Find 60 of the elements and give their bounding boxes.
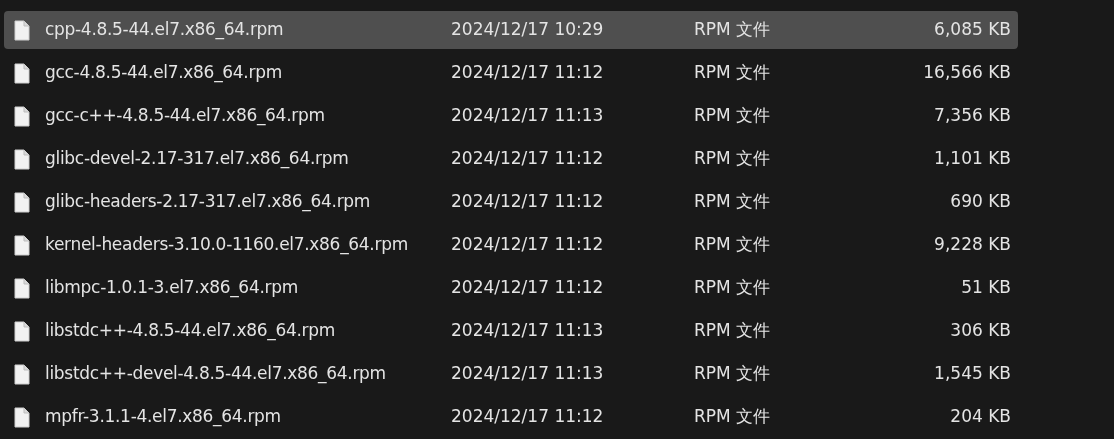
file-name: libstdc++-4.8.5-44.el7.x86_64.rpm [45, 319, 336, 343]
modified-date: 2024/12/17 11:12 [450, 61, 605, 85]
file-row[interactable]: libstdc++-devel-4.8.5-44.el7.x86_64.rpm 2024/12/17 11:13 RPM 文件 1,545 KB [4, 355, 1018, 393]
file-name: libstdc++-devel-4.8.5-44.el7.x86_64.rpm [45, 362, 386, 386]
file-icon [14, 406, 30, 428]
file-size: 7,356 KB [933, 104, 1012, 128]
file-row[interactable]: gcc-4.8.5-44.el7.x86_64.rpm 2024/12/17 11:12 RPM 文件 16,566 KB [4, 54, 1018, 92]
file-type: RPM 文件 [694, 147, 772, 171]
file-size: 16,566 KB [922, 61, 1012, 85]
modified-date: 2024/12/17 11:12 [450, 276, 605, 300]
file-row[interactable]: glibc-devel-2.17-317.el7.x86_64.rpm 2024/12/17 11:12 RPM 文件 1,101 KB [4, 140, 1018, 178]
file-row[interactable]: libmpc-1.0.1-3.el7.x86_64.rpm 2024/12/17 11:12 RPM 文件 51 KB [4, 269, 1018, 307]
modified-date: 2024/12/17 11:12 [450, 147, 605, 171]
modified-date: 2024/12/17 11:13 [450, 362, 605, 386]
modified-date: 2024/12/17 10:29 [450, 18, 605, 42]
file-size: 1,101 KB [933, 147, 1012, 171]
file-icon [14, 105, 30, 127]
modified-date: 2024/12/17 11:12 [450, 233, 605, 257]
file-icon [14, 19, 30, 41]
file-type: RPM 文件 [694, 104, 772, 128]
file-name: cpp-4.8.5-44.el7.x86_64.rpm [45, 18, 284, 42]
file-name: mpfr-3.1.1-4.el7.x86_64.rpm [45, 405, 281, 429]
file-name: gcc-4.8.5-44.el7.x86_64.rpm [45, 61, 282, 85]
file-row[interactable]: cpp-4.8.5-44.el7.x86_64.rpm 2024/12/17 10:29 RPM 文件 6,085 KB [4, 11, 1018, 49]
file-row[interactable]: kernel-headers-3.10.0-1160.el7.x86_64.rpm 2024/12/17 11:12 RPM 文件 9,228 KB [4, 226, 1018, 264]
file-size: 51 KB [960, 276, 1012, 300]
file-name: gcc-c++-4.8.5-44.el7.x86_64.rpm [45, 104, 325, 128]
modified-date: 2024/12/17 11:13 [450, 104, 605, 128]
file-type: RPM 文件 [694, 405, 772, 429]
file-icon [14, 234, 30, 256]
file-type: RPM 文件 [694, 362, 772, 386]
file-type: RPM 文件 [694, 190, 772, 214]
file-name: glibc-devel-2.17-317.el7.x86_64.rpm [45, 147, 349, 171]
file-type: RPM 文件 [694, 319, 772, 343]
file-size: 204 KB [949, 405, 1012, 429]
file-type: RPM 文件 [694, 18, 772, 42]
file-size: 9,228 KB [933, 233, 1012, 257]
file-size: 690 KB [949, 190, 1012, 214]
file-size: 306 KB [949, 319, 1012, 343]
file-size: 1,545 KB [933, 362, 1012, 386]
modified-date: 2024/12/17 11:13 [450, 319, 605, 343]
file-name: glibc-headers-2.17-317.el7.x86_64.rpm [45, 190, 371, 214]
file-icon [14, 191, 30, 213]
file-icon [14, 148, 30, 170]
file-row[interactable]: mpfr-3.1.1-4.el7.x86_64.rpm 2024/12/17 11:12 RPM 文件 204 KB [4, 398, 1018, 436]
file-icon [14, 277, 30, 299]
file-type: RPM 文件 [694, 276, 772, 300]
file-name: libmpc-1.0.1-3.el7.x86_64.rpm [45, 276, 298, 300]
modified-date: 2024/12/17 11:12 [450, 190, 605, 214]
file-row[interactable]: libstdc++-4.8.5-44.el7.x86_64.rpm 2024/12/17 11:13 RPM 文件 306 KB [4, 312, 1018, 350]
file-type: RPM 文件 [694, 61, 772, 85]
file-row[interactable]: glibc-headers-2.17-317.el7.x86_64.rpm 2024/12/17 11:12 RPM 文件 690 KB [4, 183, 1018, 221]
modified-date: 2024/12/17 11:12 [450, 405, 605, 429]
file-type: RPM 文件 [694, 233, 772, 257]
file-icon [14, 320, 30, 342]
file-size: 6,085 KB [933, 18, 1012, 42]
file-row[interactable]: gcc-c++-4.8.5-44.el7.x86_64.rpm 2024/12/17 11:13 RPM 文件 7,356 KB [4, 97, 1018, 135]
file-icon [14, 363, 30, 385]
file-name: kernel-headers-3.10.0-1160.el7.x86_64.rpm [45, 233, 408, 257]
file-icon [14, 62, 30, 84]
